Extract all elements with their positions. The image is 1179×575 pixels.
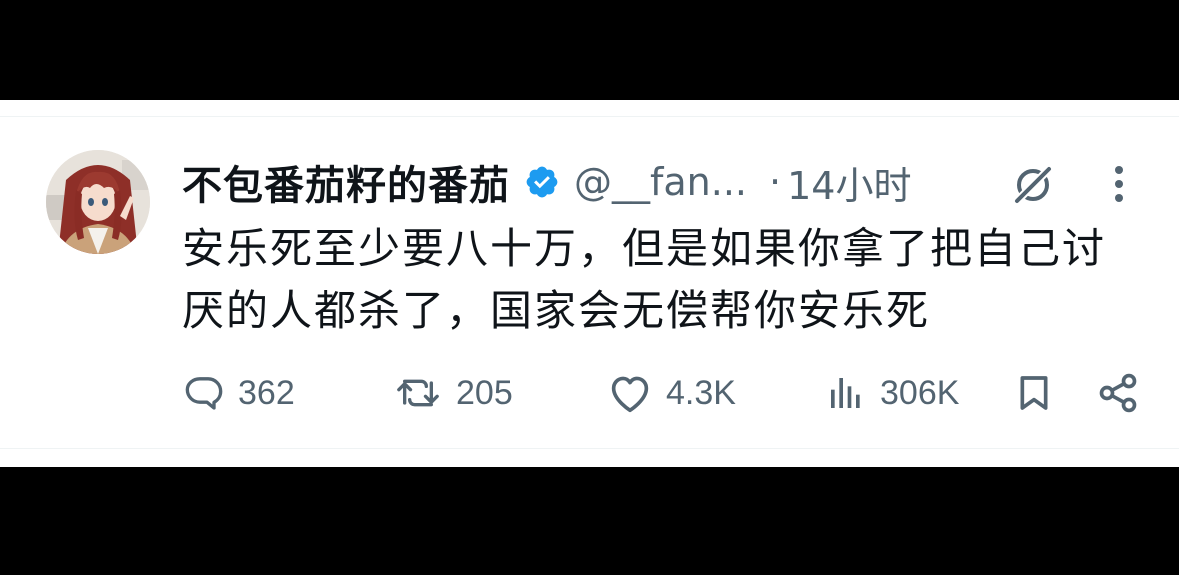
- more-vertical-icon[interactable]: [1104, 162, 1134, 206]
- tweet-header: 不包番茄籽的番茄 @__fan... · 14小时: [182, 152, 1142, 212]
- retweet-icon: [397, 379, 439, 407]
- views-bar-icon: [831, 378, 860, 408]
- user-handle[interactable]: @__fan...: [574, 160, 747, 204]
- tweet-card[interactable]: 不包番茄籽的番茄 @__fan... · 14小时 安乐死至少要八十万，但是如果…: [0, 100, 1179, 467]
- bottom-divider: [0, 448, 1179, 449]
- verified-check-icon[interactable]: [524, 164, 560, 200]
- top-divider: [0, 116, 1179, 117]
- reply-count: 362: [238, 373, 295, 412]
- like-count: 4.3K: [666, 373, 736, 412]
- tweet-text-line-2: 厌的人都杀了，国家会无偿帮你安乐死: [182, 286, 931, 335]
- retweet-count: 205: [456, 373, 513, 412]
- display-name[interactable]: 不包番茄籽的番茄: [182, 153, 510, 211]
- grok-icon[interactable]: [1008, 160, 1058, 210]
- avatar[interactable]: [46, 150, 150, 254]
- share-button[interactable]: [1096, 362, 1140, 424]
- screenshot-frame: 不包番茄籽的番茄 @__fan... · 14小时 安乐死至少要八十万，但是如果…: [0, 0, 1179, 575]
- tweet-action-bar: 362 205 4.3K 306K: [0, 362, 1179, 424]
- views-button[interactable]: 306K: [826, 362, 959, 424]
- tweet-text-line-1: 安乐死至少要八十万，但是如果你拿了把自己讨: [182, 224, 1107, 273]
- heart-icon: [611, 376, 649, 413]
- share-icon: [1099, 373, 1137, 413]
- views-count: 306K: [880, 373, 960, 412]
- timestamp[interactable]: 14小时: [787, 155, 911, 210]
- reply-button[interactable]: 362: [184, 362, 295, 424]
- bookmark-icon: [1020, 376, 1048, 410]
- separator-dot: ·: [769, 160, 782, 204]
- reply-icon: [185, 377, 223, 410]
- retweet-button[interactable]: 205: [394, 362, 513, 424]
- tweet-text: 安乐死至少要八十万，但是如果你拿了把自己讨 厌的人都杀了，国家会无偿帮你安乐死: [182, 218, 1142, 342]
- like-button[interactable]: 4.3K: [608, 362, 736, 424]
- anime-avatar-image: [46, 150, 150, 254]
- bookmark-button[interactable]: [1014, 362, 1054, 424]
